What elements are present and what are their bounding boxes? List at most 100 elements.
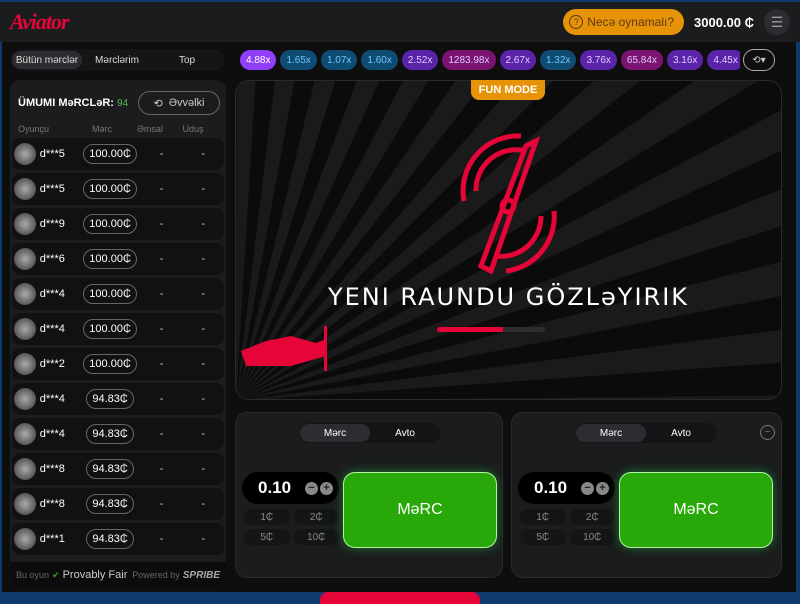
- total-bets-label: ÜMUMI MəRCLəR:: [18, 97, 114, 109]
- spribe-logo: SPRIBE: [182, 569, 220, 581]
- table-row: d***5 100.00₵ - -: [12, 173, 224, 205]
- bet-amount: 94.83₵: [79, 494, 140, 514]
- bet-amount: 100.00₵: [79, 179, 140, 199]
- coefficient: -: [159, 183, 164, 195]
- previous-label: Əvvəlki: [168, 97, 205, 109]
- avatar: [14, 248, 36, 270]
- history-toggle-button[interactable]: ⟲▾: [743, 49, 775, 71]
- quick-1[interactable]: 1₵: [520, 509, 566, 525]
- multiplier-badge[interactable]: 2.52x: [401, 50, 439, 70]
- bet-amount: 94.83₵: [79, 459, 140, 479]
- table-row: d***4 100.00₵ - -: [12, 278, 224, 310]
- avatar: [14, 423, 36, 445]
- plus-button[interactable]: +: [596, 481, 609, 495]
- tab-bet[interactable]: Mərc: [576, 424, 646, 442]
- multiplier-badge[interactable]: 1.32x: [539, 50, 577, 70]
- tab-my-bets[interactable]: Mərclərim: [82, 51, 152, 69]
- bet-amount: 100.00₵: [79, 354, 140, 374]
- balance: 3000.00 ₵: [694, 14, 754, 30]
- multiplier-badge[interactable]: 4.45x: [707, 50, 740, 70]
- win-amount: -: [201, 183, 206, 195]
- multiplier-badge[interactable]: 1.07x: [320, 50, 358, 70]
- remove-panel-icon[interactable]: −: [760, 425, 775, 440]
- table-row: d***6 100.00₵ - -: [12, 243, 224, 275]
- bet-value: 100.00₵: [83, 354, 137, 374]
- progress-fill: [437, 327, 503, 332]
- multiplier-badge[interactable]: 3.16x: [666, 50, 704, 70]
- bet-value: 100.00₵: [83, 214, 137, 234]
- quick-5[interactable]: 5₵: [520, 529, 566, 545]
- bet-button[interactable]: MəRC: [343, 472, 497, 548]
- multiplier-badge[interactable]: 1283.98x: [442, 50, 496, 70]
- quick-10[interactable]: 10₵: [569, 529, 615, 545]
- quick-2[interactable]: 2₵: [293, 509, 339, 525]
- avatar: [14, 388, 36, 410]
- bet-amount-input[interactable]: 0.10− +: [518, 472, 615, 504]
- this-game-label: Bu oyun: [16, 570, 50, 580]
- history-icon: ⟲: [153, 97, 163, 110]
- multiplier-badge[interactable]: 1.60x: [361, 50, 398, 70]
- multiplier-badge[interactable]: 65.84x: [620, 50, 663, 70]
- how-to-play-button[interactable]: ? Necə oynamalı?: [563, 9, 684, 35]
- multiplier-badge[interactable]: 3.76x: [580, 50, 617, 70]
- bet-value: 94.83₵: [86, 424, 134, 444]
- col-coef: Əmsal: [137, 124, 163, 134]
- quick-10[interactable]: 10₵: [293, 529, 339, 545]
- minus-button[interactable]: −: [305, 481, 318, 495]
- shield-check-icon: ✔: [52, 569, 60, 580]
- game-canvas: [235, 80, 782, 400]
- player-name: d***2: [39, 358, 65, 370]
- bet-amount: 94.83₵: [79, 529, 140, 549]
- win-amount: -: [201, 428, 206, 440]
- bet-value: 100.00₵: [83, 179, 137, 199]
- coefficient: -: [159, 288, 164, 300]
- bet-amount-input[interactable]: 0.10− +: [242, 472, 339, 504]
- previous-button[interactable]: ⟲ Əvvəlki: [138, 91, 220, 115]
- multiplier-history: 4.88x 1.65x 1.07x 1.60x 2.52x 1283.98x 2.67x 1.…: [240, 50, 740, 70]
- player-name: d***1: [39, 533, 65, 545]
- multiplier-badge[interactable]: 1.65x: [280, 50, 317, 70]
- tab-bet[interactable]: Mərc: [300, 424, 370, 442]
- quick-1[interactable]: 1₵: [244, 509, 290, 525]
- quick-2[interactable]: 2₵: [569, 509, 615, 525]
- bet-amount: 100.00₵: [79, 284, 140, 304]
- powered-by-label: Powered by: [132, 570, 180, 580]
- bet-button[interactable]: MəRC: [619, 472, 773, 548]
- provably-fair-link[interactable]: Provably Fair: [63, 569, 128, 581]
- bet-amount: 100.00₵: [79, 144, 140, 164]
- bet-value: 100.00₵: [83, 284, 137, 304]
- menu-icon[interactable]: ☰: [764, 9, 790, 35]
- tab-top[interactable]: Top: [152, 51, 222, 69]
- tab-auto[interactable]: Avto: [370, 424, 440, 442]
- col-player: Oyunçu: [18, 124, 50, 134]
- minus-button[interactable]: −: [581, 481, 594, 495]
- tab-all-bets[interactable]: Bütün mərclər: [12, 51, 82, 69]
- aviator-logo: Aviator: [10, 9, 70, 34]
- coefficient: -: [159, 428, 164, 440]
- quick-5[interactable]: 5₵: [244, 529, 290, 545]
- total-bets-count: 94: [116, 97, 129, 109]
- multiplier-badge[interactable]: 2.67x: [499, 50, 536, 70]
- bet-panel-2: Mərc Avto − 0.10− + 1₵ 2₵ 5₵ 10₵ MəRC: [511, 412, 782, 578]
- coefficient: -: [159, 498, 164, 510]
- amount-value: 0.10: [258, 478, 292, 497]
- table-row: d***1 94.83₵ - -: [12, 523, 224, 555]
- bets-tabs: Bütün mərclər Mərclərim Top: [10, 49, 224, 71]
- player-name: d***8: [39, 498, 65, 510]
- bet-value: 94.83₵: [86, 529, 134, 549]
- win-amount: -: [201, 253, 206, 265]
- bet-amount: 100.00₵: [79, 319, 140, 339]
- table-row: d***9 100.00₵ - -: [12, 208, 224, 240]
- avatar: [14, 178, 36, 200]
- player-name: d***5: [39, 148, 65, 160]
- multiplier-badge[interactable]: 4.88x: [240, 50, 277, 70]
- amount-value: 0.10: [534, 478, 568, 497]
- avatar: [14, 493, 36, 515]
- tab-auto[interactable]: Avto: [646, 424, 716, 442]
- plus-button[interactable]: +: [320, 481, 333, 495]
- coefficient: -: [159, 358, 164, 370]
- bets-panel: ÜMUMI MəRCLəR: 94 ⟲ Əvvəlki Oyunçu Mərc Ə…: [10, 80, 226, 588]
- coefficient: -: [159, 463, 164, 475]
- bottom-tab: [320, 592, 480, 604]
- fun-mode-badge: FUN MODE: [471, 80, 545, 100]
